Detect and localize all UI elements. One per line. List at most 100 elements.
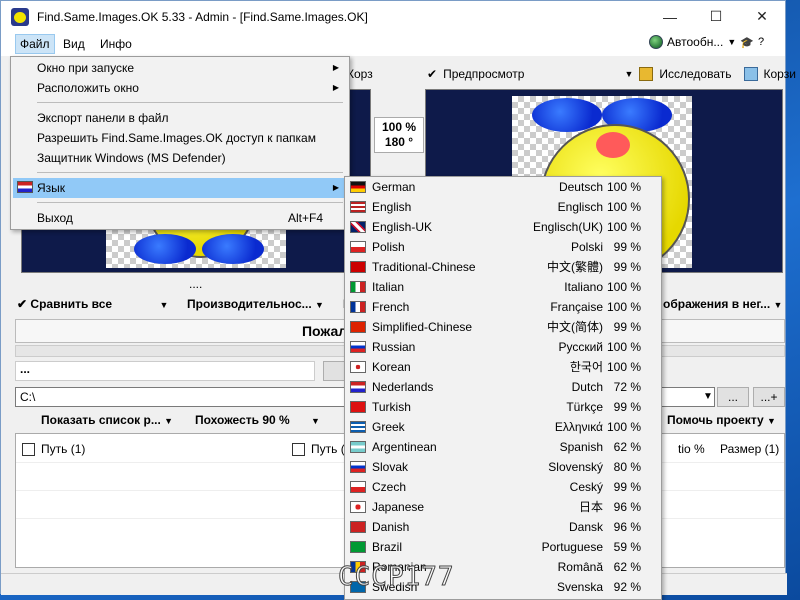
language-native-name: 中文(繁體) [547, 260, 603, 274]
help-project-dropdown[interactable]: Помочь проекту ▼ [667, 413, 776, 431]
language-flag-icon [17, 181, 33, 193]
close-button[interactable]: ✕ [739, 1, 785, 32]
menu-item-arrange-window[interactable]: Расположить окно ▶ [13, 78, 347, 98]
menu-item-language[interactable]: Язык ▶ [13, 178, 347, 198]
folder-row[interactable]: ... [15, 361, 315, 381]
language-item-turkish[interactable]: Turkish Türkçe 99 % [345, 397, 661, 417]
recycle-bin-icon [743, 67, 758, 81]
menu-file[interactable]: Файл [15, 34, 55, 54]
language-name: Brazil [372, 540, 403, 554]
trash-button[interactable]: Корзи [764, 67, 796, 81]
autoupdate-label: Автообн... [667, 35, 724, 49]
language-item-english[interactable]: English Englisch 100 % [345, 197, 661, 217]
maximize-button[interactable]: ☐ [693, 1, 739, 32]
language-item-german[interactable]: German Deutsch 100 % [345, 177, 661, 197]
flag-icon [350, 241, 366, 253]
submenu-arrow-icon: ▶ [332, 63, 339, 72]
preview-label[interactable]: Предпросмотр [443, 67, 524, 81]
flag-icon [350, 441, 366, 453]
language-item-japanese[interactable]: Japanese 日本 96 % [345, 497, 661, 517]
splitter-dots[interactable]: .... [189, 277, 202, 291]
language-item-simplified-chinese[interactable]: Simplified-Chinese 中文(简体) 99 % [345, 317, 661, 337]
chevron-down-icon[interactable]: ▼ [624, 69, 633, 79]
language-completion: 99 % [613, 320, 641, 334]
menu-item-exit[interactable]: Выход Alt+F4 [13, 208, 347, 228]
autoupdate-control[interactable]: Автообн... ▼ 🎓 ? [649, 35, 764, 49]
left-image-preview [106, 228, 286, 268]
menu-item-export-panel[interactable]: Экспорт панели в файл [13, 108, 347, 128]
path-dropdown-arrow[interactable]: ▼ [701, 387, 715, 407]
language-native-name: 中文(简体) [547, 320, 603, 334]
language-completion: 80 % [613, 460, 641, 474]
language-item-korean[interactable]: Korean 한국어 100 % [345, 357, 661, 377]
flag-icon [350, 461, 366, 473]
preview-check-icon[interactable]: ✔ [427, 67, 437, 81]
language-item-brazil[interactable]: Brazil Portuguese 59 % [345, 537, 661, 557]
menu-item-allow-access[interactable]: Разрешить Find.Same.Images.OK доступ к п… [13, 128, 347, 148]
show-list-dropdown[interactable]: Показать список р... ▼ [41, 413, 173, 431]
minimize-button[interactable]: — [647, 1, 693, 32]
language-name: Korean [372, 360, 411, 374]
language-name: Nederlands [372, 380, 434, 394]
language-name: Turkish [372, 400, 411, 414]
browse-plus-button[interactable]: ...+ [753, 387, 785, 407]
column-ratio[interactable]: tio % [678, 442, 705, 456]
language-completion: 72 % [613, 380, 641, 394]
flag-icon [350, 201, 366, 213]
performance-dropdown[interactable]: Производительнос... ▼ [187, 297, 324, 315]
help-project-label: Помочь проекту [667, 413, 764, 427]
language-native-name: Türkçe [566, 400, 603, 414]
chevron-down-icon: ▼ [773, 300, 783, 310]
language-native-name: 日本 [578, 500, 603, 514]
language-name: German [372, 180, 416, 194]
submenu-arrow-icon: ▶ [332, 183, 339, 192]
window-title: Find.Same.Images.OK 5.33 - Admin - [Find… [37, 9, 368, 24]
zoom-angle: 180 ° [384, 135, 414, 149]
trash-left-label[interactable]: Корз [347, 67, 373, 81]
language-item-traditional-chinese[interactable]: Traditional-Chinese 中文(繁體) 99 % [345, 257, 661, 277]
language-item-nederlands[interactable]: Nederlands Dutch 72 % [345, 377, 661, 397]
compare-all-toggle[interactable]: ✔ Сравнить все ▼ [17, 297, 168, 315]
left-panel-toolbar-tail: Корз [347, 63, 373, 85]
language-item-slovak[interactable]: Slovak Slovenský 80 % [345, 457, 661, 477]
language-item-argentinean[interactable]: Argentinean Spanish 62 % [345, 437, 661, 457]
flag-icon [350, 261, 366, 273]
language-completion: 99 % [613, 260, 641, 274]
language-completion: 92 % [613, 580, 641, 594]
column-size[interactable]: Размер (1) [720, 442, 779, 456]
explore-button[interactable]: Исследовать [659, 67, 731, 81]
flag-icon [350, 221, 366, 233]
language-item-greek[interactable]: Greek Ελληνικά 100 % [345, 417, 661, 437]
chevron-down-icon: ▼ [164, 416, 174, 426]
language-item-french[interactable]: French Française 100 % [345, 297, 661, 317]
menu-view[interactable]: Вид [59, 34, 89, 54]
language-name: Polish [372, 240, 405, 254]
images-in-dropdown[interactable]: ображения в нег... ▼ [663, 297, 782, 315]
similarity-dropdown[interactable]: Похожесть 90 % ▼ [195, 413, 320, 431]
language-native-name: Svenska [556, 580, 603, 594]
language-item-russian[interactable]: Russian Русский 100 % [345, 337, 661, 357]
language-item-italian[interactable]: Italian Italiano 100 % [345, 277, 661, 297]
language-completion: 62 % [613, 560, 641, 574]
compare-all-label: Сравнить все [30, 297, 113, 311]
language-name: Traditional-Chinese [372, 260, 476, 274]
bow-right [202, 234, 264, 264]
language-native-name: Portuguese [541, 540, 603, 554]
language-item-czech[interactable]: Czech Ceský 99 % [345, 477, 661, 497]
flag-icon [350, 181, 366, 193]
path2-checkbox[interactable] [292, 442, 305, 456]
file-menu: Окно при запуске ▶ Расположить окно ▶ Эксп… [10, 56, 350, 230]
chevron-down-icon: ▼ [159, 300, 169, 310]
language-item-english-uk[interactable]: English-UK Englisch(UK) 100 % [345, 217, 661, 237]
menu-item-startup-window[interactable]: Окно при запуске ▶ [13, 58, 347, 78]
column-path2[interactable]: Путь (2 [292, 442, 351, 456]
browse-button[interactable]: ... [717, 387, 749, 407]
path1-checkbox[interactable] [22, 442, 35, 456]
language-native-name: Dansk [568, 520, 603, 534]
chevron-down-icon: ▼ [315, 300, 324, 310]
menu-info[interactable]: Инфо [96, 34, 136, 54]
language-item-polish[interactable]: Polish Polski 99 % [345, 237, 661, 257]
column-path1[interactable]: Путь (1) [22, 442, 85, 456]
language-item-danish[interactable]: Danish Dansk 96 % [345, 517, 661, 537]
menu-item-defender[interactable]: Защитник Windows (MS Defender) [13, 148, 347, 168]
